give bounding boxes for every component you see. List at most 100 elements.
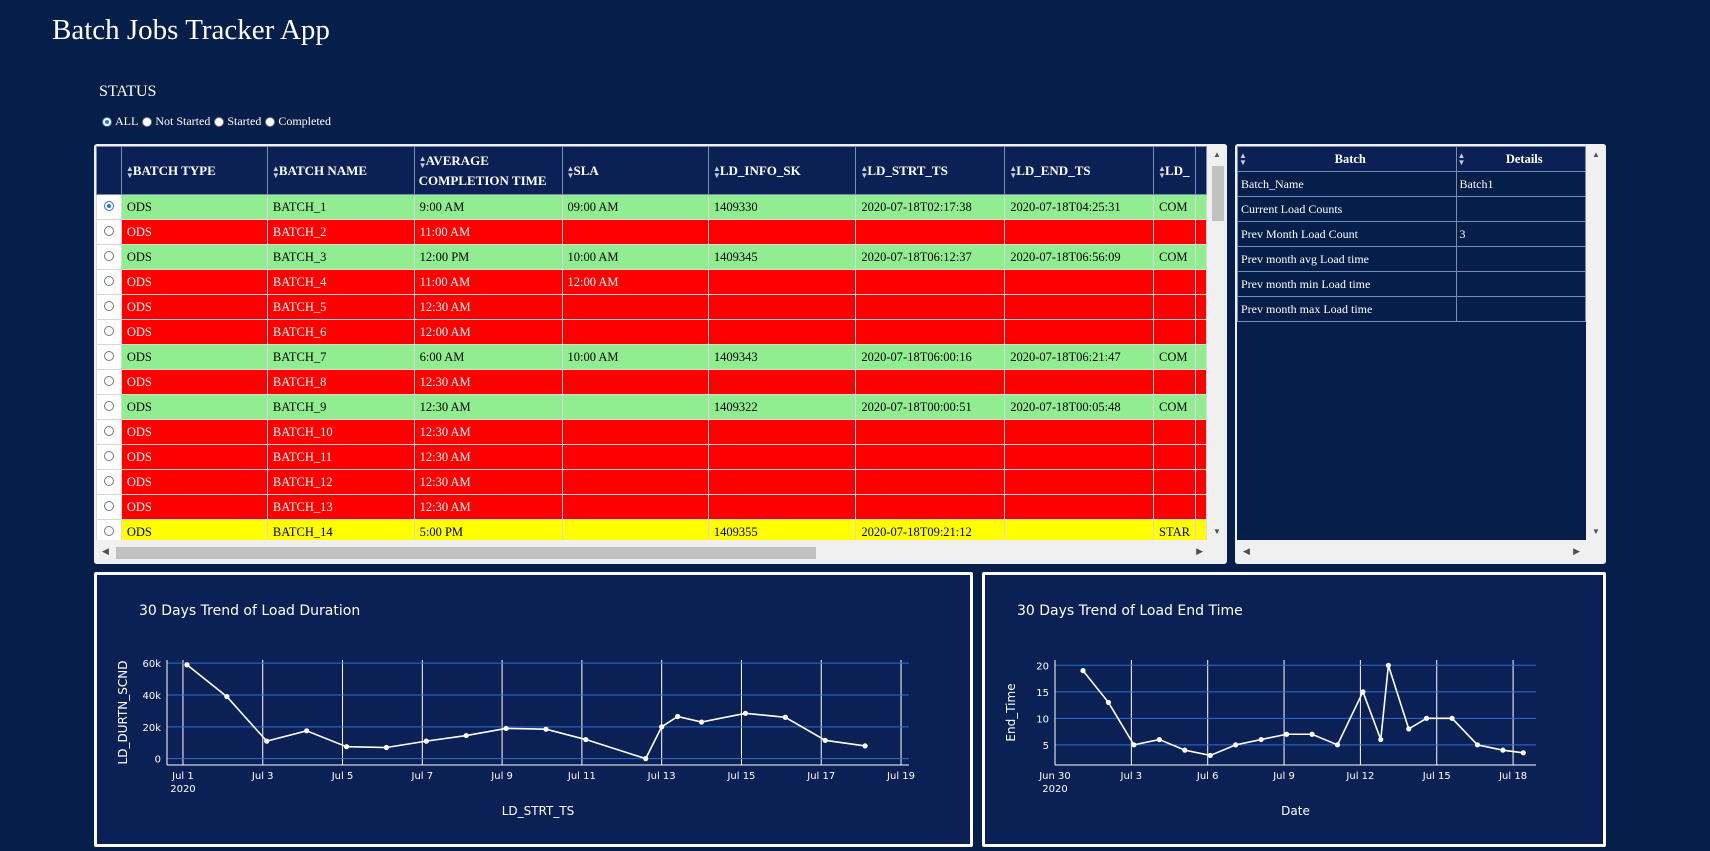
- table-row[interactable]: ODS BATCH_14 5:00 PM 1409355 2020-07-18T09:2…: [96, 519, 1207, 540]
- scroll-up-icon[interactable]: ▲: [1592, 150, 1600, 159]
- data-point[interactable]: [1156, 736, 1162, 743]
- row-select-radio[interactable]: [103, 475, 114, 486]
- column-header-ld-info-sk[interactable]: ▲ ▼LD_INFO_SK: [707, 146, 857, 195]
- row-select-radio[interactable]: [103, 350, 114, 361]
- status-option-started[interactable]: Started: [214, 114, 261, 129]
- row-select-cell[interactable]: [96, 194, 122, 220]
- row-select-radio[interactable]: [103, 200, 114, 211]
- details-horizontal-scrollbar[interactable]: ◀ ▶: [1235, 542, 1586, 564]
- row-select-radio[interactable]: [103, 250, 114, 261]
- data-point[interactable]: [583, 736, 589, 743]
- scroll-right-icon[interactable]: ▶: [1196, 546, 1203, 557]
- data-point[interactable]: [463, 732, 469, 739]
- scroll-down-icon[interactable]: ▼: [1592, 527, 1600, 536]
- row-select-cell[interactable]: [96, 219, 122, 245]
- scroll-left-icon[interactable]: ◀: [1243, 546, 1250, 557]
- data-point[interactable]: [1233, 742, 1239, 748]
- row-select-radio[interactable]: [103, 325, 114, 336]
- scroll-right-icon[interactable]: ▶: [1573, 546, 1580, 557]
- table-row[interactable]: ODS BATCH_3 12:00 PM 10:00 AM 1409345 2020-07…: [96, 244, 1207, 270]
- row-select-cell[interactable]: [96, 469, 122, 495]
- data-point[interactable]: [1207, 752, 1213, 759]
- sort-icon[interactable]: ▲ ▼: [1158, 164, 1166, 179]
- table-row[interactable]: ODS BATCH_2 11:00 AM: [96, 219, 1207, 245]
- sort-icon[interactable]: ▲ ▼: [272, 164, 280, 179]
- status-option-all[interactable]: ALL: [102, 114, 138, 129]
- row-select-cell[interactable]: [96, 344, 122, 370]
- row-select-radio[interactable]: [103, 450, 114, 461]
- data-point[interactable]: [1258, 736, 1264, 743]
- row-select-cell[interactable]: [96, 269, 122, 295]
- row-select-cell[interactable]: [96, 394, 122, 420]
- column-header-sla[interactable]: ▲ ▼SLA: [561, 146, 709, 195]
- data-point[interactable]: [698, 719, 705, 725]
- scroll-up-icon[interactable]: ▲: [1213, 150, 1221, 159]
- row-select-radio[interactable]: [103, 525, 114, 536]
- data-point[interactable]: [1309, 731, 1315, 737]
- table-row[interactable]: ODS BATCH_6 12:00 AM: [96, 319, 1207, 345]
- table-row[interactable]: ODS BATCH_5 12:30 AM: [96, 294, 1207, 320]
- row-select-cell[interactable]: [96, 419, 122, 445]
- table-row[interactable]: ODS BATCH_8 12:30 AM: [96, 369, 1207, 395]
- table-row[interactable]: ODS BATCH_10 12:30 AM: [96, 419, 1207, 445]
- data-point[interactable]: [383, 744, 390, 751]
- row-select-cell[interactable]: [96, 244, 122, 270]
- row-select-radio[interactable]: [103, 425, 114, 436]
- table-row[interactable]: ODS BATCH_9 12:30 AM 1409322 2020-07-18T00:0…: [96, 394, 1207, 420]
- table-row[interactable]: ODS BATCH_13 12:30 AM: [96, 494, 1207, 520]
- sort-icon[interactable]: ▲ ▼: [419, 154, 427, 169]
- data-point[interactable]: [1500, 747, 1506, 753]
- column-header-ld-strt-ts[interactable]: ▲ ▼LD_STRT_TS: [855, 146, 1006, 195]
- data-point[interactable]: [1360, 689, 1366, 695]
- data-point[interactable]: [643, 756, 649, 762]
- row-select-radio[interactable]: [103, 225, 114, 236]
- data-point[interactable]: [675, 713, 681, 720]
- table-row[interactable]: ODS BATCH_4 11:00 AM 12:00 AM: [96, 269, 1207, 295]
- row-select-radio[interactable]: [103, 300, 114, 311]
- data-point[interactable]: [543, 726, 549, 732]
- details-vertical-scrollbar[interactable]: ▲ ▼: [1588, 144, 1606, 542]
- row-select-cell[interactable]: [96, 319, 122, 345]
- row-select-radio[interactable]: [103, 375, 114, 386]
- table-row[interactable]: ODS BATCH_7 6:00 AM 10:00 AM 1409343 2020-07-…: [96, 344, 1207, 370]
- data-point[interactable]: [1474, 742, 1481, 748]
- scrollbar-thumb[interactable]: [1212, 166, 1224, 221]
- data-point[interactable]: [1283, 731, 1290, 737]
- sort-icon[interactable]: ▲ ▼: [1239, 151, 1247, 166]
- table-row[interactable]: ODS BATCH_12 12:30 AM: [96, 469, 1207, 495]
- data-point[interactable]: [1449, 715, 1455, 721]
- radio-button[interactable]: [214, 116, 225, 127]
- table-vertical-scrollbar[interactable]: ▲ ▼: [1209, 144, 1227, 542]
- data-point[interactable]: [423, 738, 429, 744]
- column-header-ld-status[interactable]: ▲ ▼LD_: [1153, 146, 1196, 195]
- row-select-cell[interactable]: [96, 369, 122, 395]
- data-point[interactable]: [1080, 668, 1086, 674]
- sort-icon[interactable]: ▲ ▼: [1458, 151, 1466, 166]
- row-select-cell[interactable]: [96, 294, 122, 320]
- sort-icon[interactable]: ▲ ▼: [567, 164, 575, 179]
- data-point[interactable]: [184, 662, 190, 668]
- column-header-ld-end-ts[interactable]: ▲ ▼LD_END_TS: [1004, 146, 1154, 195]
- row-select-cell[interactable]: [96, 444, 122, 470]
- data-point[interactable]: [742, 710, 749, 716]
- column-header-batch-name[interactable]: ▲ ▼BATCH NAME: [266, 146, 415, 195]
- radio-button[interactable]: [102, 116, 112, 127]
- status-option-completed[interactable]: Completed: [265, 114, 331, 129]
- data-point[interactable]: [1105, 699, 1112, 706]
- row-select-radio[interactable]: [103, 275, 114, 286]
- radio-button[interactable]: [265, 116, 276, 127]
- data-point[interactable]: [503, 725, 509, 732]
- scrollbar-thumb[interactable]: [116, 547, 816, 559]
- data-point[interactable]: [822, 737, 828, 743]
- sort-icon[interactable]: ▲ ▼: [126, 164, 134, 179]
- scroll-left-icon[interactable]: ◀: [102, 546, 109, 557]
- sort-icon[interactable]: ▲ ▼: [713, 164, 721, 179]
- scroll-down-icon[interactable]: ▼: [1213, 527, 1221, 536]
- data-point[interactable]: [1182, 747, 1188, 753]
- details-header-batch[interactable]: ▲ ▼ Batch: [1237, 146, 1457, 172]
- data-point[interactable]: [1423, 715, 1430, 721]
- row-select-cell[interactable]: [96, 494, 122, 520]
- details-header-details[interactable]: ▲ ▼ Details: [1455, 146, 1586, 172]
- data-point[interactable]: [659, 724, 665, 730]
- data-point[interactable]: [1520, 750, 1526, 756]
